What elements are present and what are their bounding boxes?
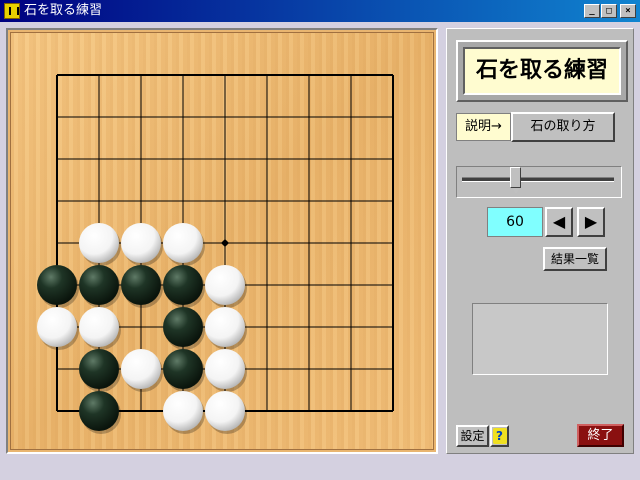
help-button[interactable]: ? xyxy=(490,425,509,447)
white-stone[interactable] xyxy=(205,391,245,431)
black-stone[interactable] xyxy=(79,265,119,305)
black-stone[interactable] xyxy=(121,265,161,305)
white-stone[interactable] xyxy=(163,223,203,263)
black-stone[interactable] xyxy=(79,391,119,431)
white-stone[interactable] xyxy=(163,391,203,431)
white-stone[interactable] xyxy=(121,349,161,389)
prev-problem-button[interactable]: ◀ xyxy=(545,207,573,237)
black-stone[interactable] xyxy=(163,349,203,389)
help-icon: ? xyxy=(492,428,507,444)
black-stone[interactable] xyxy=(79,349,119,389)
problem-number-display: 60 xyxy=(487,207,543,237)
how-to-capture-button[interactable]: 石の取り方 xyxy=(511,112,615,142)
black-stone[interactable] xyxy=(163,265,203,305)
level-slider-thumb[interactable] xyxy=(509,167,521,194)
white-stone[interactable] xyxy=(205,349,245,389)
quit-button[interactable]: 終了 xyxy=(577,424,624,447)
results-list-button[interactable]: 結果一覧 xyxy=(543,247,607,271)
explain-label: 説明→ xyxy=(456,113,511,141)
white-stone[interactable] xyxy=(79,307,119,347)
level-slider-track[interactable] xyxy=(462,177,614,182)
star-point xyxy=(221,239,229,247)
logo-title: 石を取る練習 xyxy=(463,47,621,95)
next-problem-button[interactable]: ▶ xyxy=(577,207,605,237)
white-stone[interactable] xyxy=(37,307,77,347)
white-stone[interactable] xyxy=(205,265,245,305)
black-stone[interactable] xyxy=(163,307,203,347)
black-stone[interactable] xyxy=(37,265,77,305)
white-stone[interactable] xyxy=(121,223,161,263)
level-slider-frame xyxy=(456,166,622,198)
white-stone[interactable] xyxy=(79,223,119,263)
result-display-area xyxy=(472,303,608,375)
white-stone[interactable] xyxy=(205,307,245,347)
settings-button[interactable]: 設定 xyxy=(456,425,489,447)
